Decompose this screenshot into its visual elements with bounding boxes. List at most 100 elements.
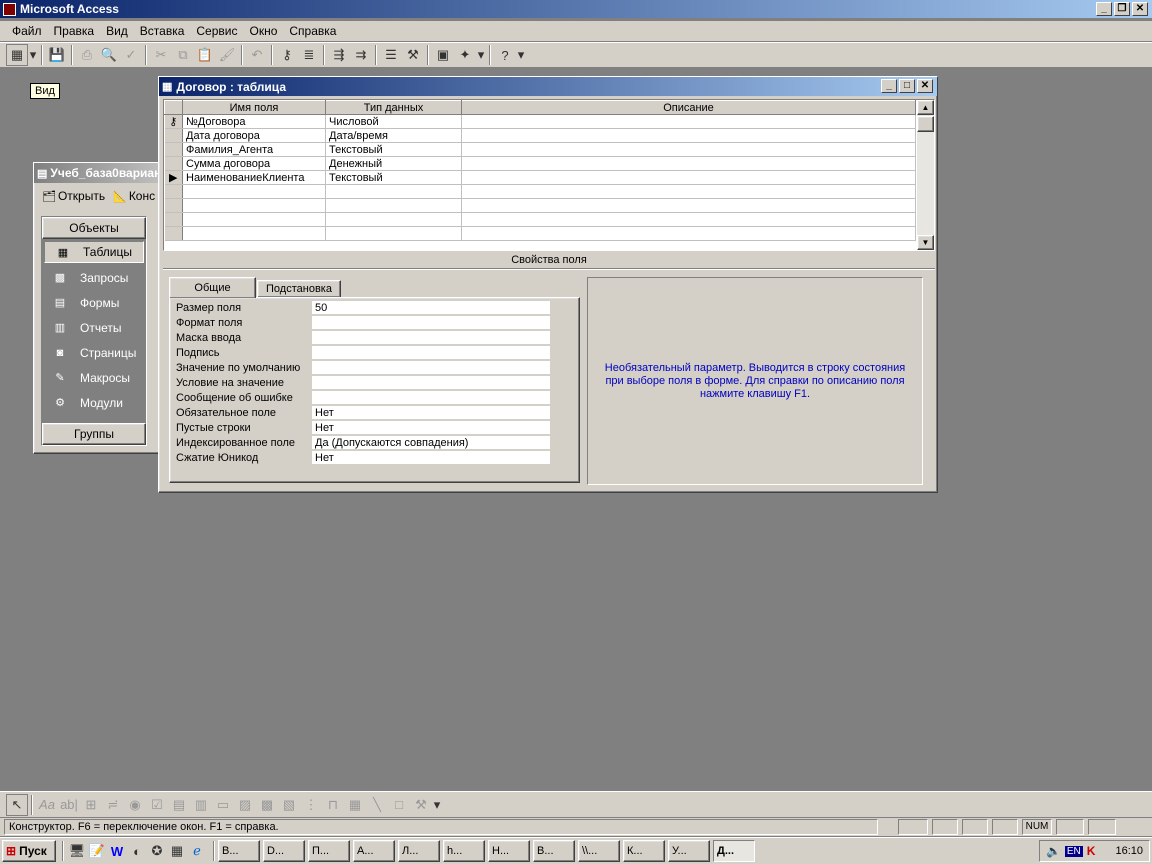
- property-value-unicode-compression[interactable]: Нет: [312, 450, 550, 465]
- help-icon[interactable]: ?: [494, 44, 516, 66]
- description-cell[interactable]: [461, 170, 916, 185]
- table-row[interactable]: ⚷ №Договора Числовой: [164, 114, 916, 129]
- scroll-down-button[interactable]: ▼: [917, 235, 934, 250]
- groups-header[interactable]: Группы: [42, 423, 146, 445]
- select-objects-icon[interactable]: ↖: [6, 793, 28, 816]
- property-value-allow-empty[interactable]: Нет: [312, 420, 550, 435]
- task-button[interactable]: D...: [263, 840, 305, 862]
- data-type-cell[interactable]: Дата/время: [325, 128, 462, 143]
- app-close-button[interactable]: ✕: [1132, 2, 1148, 16]
- description-cell[interactable]: [461, 142, 916, 157]
- object-modules[interactable]: ⚙ Модули: [42, 390, 146, 415]
- primary-key-icon[interactable]: ⚷: [276, 44, 298, 66]
- task-button[interactable]: П...: [308, 840, 350, 862]
- quicklaunch-desktop-icon[interactable]: 🖥: [67, 840, 87, 862]
- task-button[interactable]: В...: [533, 840, 575, 862]
- description-cell[interactable]: [461, 128, 916, 143]
- bound-frame-icon[interactable]: ▧: [278, 794, 300, 816]
- database-window-icon[interactable]: ▣: [432, 44, 454, 66]
- quicklaunch-app-icon[interactable]: ✪: [147, 840, 167, 862]
- property-value-input-mask[interactable]: [312, 330, 550, 345]
- tab-lookup[interactable]: Подстановка: [257, 280, 341, 298]
- insert-rows-icon[interactable]: ⇶: [328, 44, 350, 66]
- command-button-icon[interactable]: ▭: [212, 794, 234, 816]
- copy-icon[interactable]: ⧉: [172, 44, 194, 66]
- property-value-format[interactable]: [312, 315, 550, 330]
- scroll-up-button[interactable]: ▲: [917, 100, 934, 115]
- task-button-active[interactable]: Д...: [713, 840, 755, 862]
- data-type-cell[interactable]: Текстовый: [325, 142, 462, 157]
- print-icon[interactable]: ⎙: [76, 44, 98, 66]
- textbox-tool-icon[interactable]: ab|: [58, 794, 80, 816]
- table-maximize-button[interactable]: □: [899, 79, 915, 93]
- data-type-cell[interactable]: Числовой: [325, 114, 462, 129]
- build-icon[interactable]: ⚒: [402, 44, 424, 66]
- objects-header[interactable]: Объекты: [42, 217, 146, 239]
- quicklaunch-notepad-icon[interactable]: 📝: [87, 840, 107, 862]
- volume-icon[interactable]: 🔈: [1046, 844, 1061, 858]
- image-icon[interactable]: ▨: [234, 794, 256, 816]
- menu-window[interactable]: Окно: [243, 24, 283, 38]
- toggle-button-icon[interactable]: ≓: [102, 794, 124, 816]
- object-tables[interactable]: ▦ Таблицы: [44, 241, 144, 263]
- properties-icon[interactable]: ☰: [380, 44, 402, 66]
- toolbar-options-icon[interactable]: ▾: [516, 44, 526, 66]
- object-forms[interactable]: ▤ Формы: [42, 290, 146, 315]
- table-row[interactable]: ▶ НаименованиеКлиента Текстовый: [164, 170, 916, 185]
- quicklaunch-media-icon[interactable]: ◐: [127, 840, 147, 862]
- row-selector[interactable]: [164, 156, 183, 171]
- data-type-cell[interactable]: Денежный: [325, 156, 462, 171]
- label-tool-icon[interactable]: Aa: [36, 794, 58, 816]
- property-value-field-size[interactable]: 50: [312, 300, 550, 315]
- new-object-icon[interactable]: ✦: [454, 44, 476, 66]
- save-icon[interactable]: 💾: [46, 44, 68, 66]
- delete-rows-icon[interactable]: ⇉: [350, 44, 372, 66]
- list-box-icon[interactable]: ▥: [190, 794, 212, 816]
- field-name-cell[interactable]: Фамилия_Агента: [182, 142, 326, 157]
- view-icon[interactable]: ▦: [6, 44, 28, 66]
- quicklaunch-calc-icon[interactable]: ▦: [167, 840, 187, 862]
- task-button[interactable]: Л...: [398, 840, 440, 862]
- object-macros[interactable]: ✎ Макросы: [42, 365, 146, 390]
- task-button[interactable]: К...: [623, 840, 665, 862]
- description-cell[interactable]: [461, 156, 916, 171]
- task-button[interactable]: \\...: [578, 840, 620, 862]
- table-row[interactable]: [164, 184, 916, 199]
- combo-box-icon[interactable]: ▤: [168, 794, 190, 816]
- table-row[interactable]: Фамилия_Агента Текстовый: [164, 142, 916, 157]
- field-name-cell[interactable]: №Договора: [182, 114, 326, 129]
- app-minimize-button[interactable]: _: [1096, 2, 1112, 16]
- property-value-caption[interactable]: [312, 345, 550, 360]
- page-break-icon[interactable]: ⋮: [300, 794, 322, 816]
- menu-edit[interactable]: Правка: [48, 24, 101, 38]
- format-painter-icon[interactable]: 🖌: [216, 44, 238, 66]
- menu-insert[interactable]: Вставка: [134, 24, 191, 38]
- spelling-icon[interactable]: ✓: [120, 44, 142, 66]
- property-value-validation-rule[interactable]: [312, 375, 550, 390]
- table-row[interactable]: [164, 226, 916, 241]
- menu-file[interactable]: Файл: [6, 24, 48, 38]
- start-button[interactable]: ⊞ Пуск: [2, 840, 56, 862]
- unbound-frame-icon[interactable]: ▩: [256, 794, 278, 816]
- language-indicator[interactable]: EN: [1064, 845, 1083, 857]
- menu-help[interactable]: Справка: [283, 24, 342, 38]
- property-value-required[interactable]: Нет: [312, 405, 550, 420]
- task-button[interactable]: h...: [443, 840, 485, 862]
- open-button[interactable]: Открыть: [58, 189, 105, 203]
- antivirus-icon[interactable]: K: [1087, 844, 1096, 858]
- field-name-cell[interactable]: Сумма договора: [182, 156, 326, 171]
- app-restore-button[interactable]: ❐: [1114, 2, 1130, 16]
- design-button[interactable]: Конс: [129, 189, 155, 203]
- task-button[interactable]: А...: [353, 840, 395, 862]
- table-close-button[interactable]: ✕: [917, 79, 933, 93]
- cut-icon[interactable]: ✂: [150, 44, 172, 66]
- task-button[interactable]: В...: [218, 840, 260, 862]
- tab-general[interactable]: Общие: [169, 277, 256, 298]
- vertical-scrollbar[interactable]: ▲ ▼: [917, 100, 934, 250]
- field-name-cell[interactable]: НаименованиеКлиента: [182, 170, 326, 185]
- task-button[interactable]: Н...: [488, 840, 530, 862]
- property-value-default[interactable]: [312, 360, 550, 375]
- scroll-thumb[interactable]: [917, 116, 934, 132]
- paste-icon[interactable]: 📋: [194, 44, 216, 66]
- table-row[interactable]: Сумма договора Денежный: [164, 156, 916, 171]
